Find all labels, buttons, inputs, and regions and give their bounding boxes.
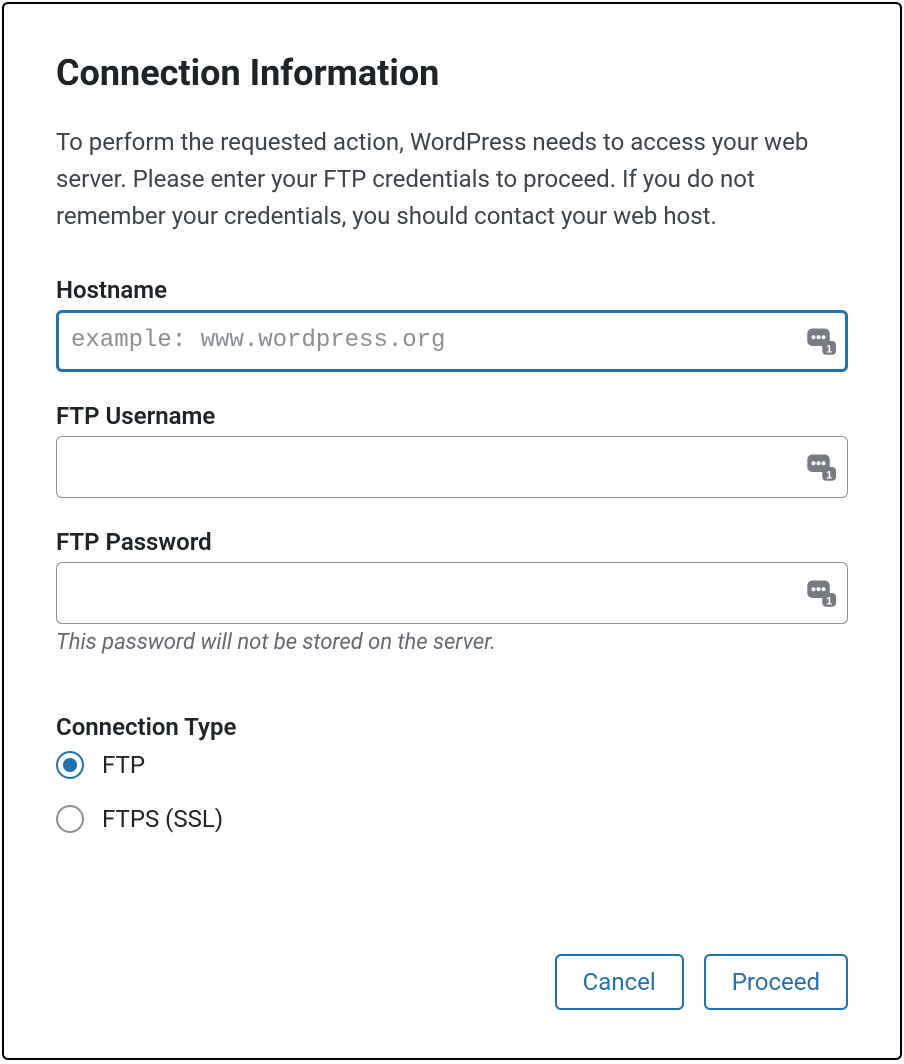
proceed-button[interactable]: Proceed <box>704 954 848 1010</box>
cancel-button[interactable]: Cancel <box>555 954 684 1010</box>
dialog-title: Connection Information <box>56 52 848 94</box>
connection-type-label: Connection Type <box>56 713 848 741</box>
hostname-input-wrap: 1 <box>56 310 848 372</box>
connection-type-fieldset: Connection Type FTP FTPS (SSL) <box>56 713 848 853</box>
radio-row-ftps[interactable]: FTPS (SSL) <box>56 799 848 853</box>
radio-row-ftp[interactable]: FTP <box>56 745 848 799</box>
radio-ftps-label: FTPS (SSL) <box>102 805 223 833</box>
svg-text:1: 1 <box>826 469 832 481</box>
radio-ftp-label: FTP <box>102 751 145 779</box>
password-label: FTP Password <box>56 528 848 556</box>
dialog-buttons: Cancel Proceed <box>555 954 848 1010</box>
password-manager-icon[interactable]: 1 <box>806 326 836 356</box>
hostname-label: Hostname <box>56 276 848 304</box>
username-group: FTP Username 1 <box>56 402 848 498</box>
radio-ftps[interactable] <box>56 805 84 833</box>
svg-text:1: 1 <box>826 343 832 355</box>
password-manager-icon[interactable]: 1 <box>806 578 836 608</box>
ftp-username-input[interactable] <box>56 436 848 498</box>
password-input-wrap: 1 <box>56 562 848 624</box>
password-manager-icon[interactable]: 1 <box>806 452 836 482</box>
password-group: FTP Password 1 This password will not be… <box>56 528 848 655</box>
ftp-password-input[interactable] <box>56 562 848 624</box>
hostname-input[interactable] <box>56 310 848 372</box>
username-input-wrap: 1 <box>56 436 848 498</box>
svg-text:1: 1 <box>826 595 832 607</box>
connection-info-dialog: Connection Information To perform the re… <box>2 2 902 1060</box>
radio-ftp[interactable] <box>56 751 84 779</box>
hostname-group: Hostname 1 <box>56 276 848 372</box>
username-label: FTP Username <box>56 402 848 430</box>
password-hint: This password will not be stored on the … <box>56 630 848 655</box>
dialog-description: To perform the requested action, WordPre… <box>56 124 848 236</box>
